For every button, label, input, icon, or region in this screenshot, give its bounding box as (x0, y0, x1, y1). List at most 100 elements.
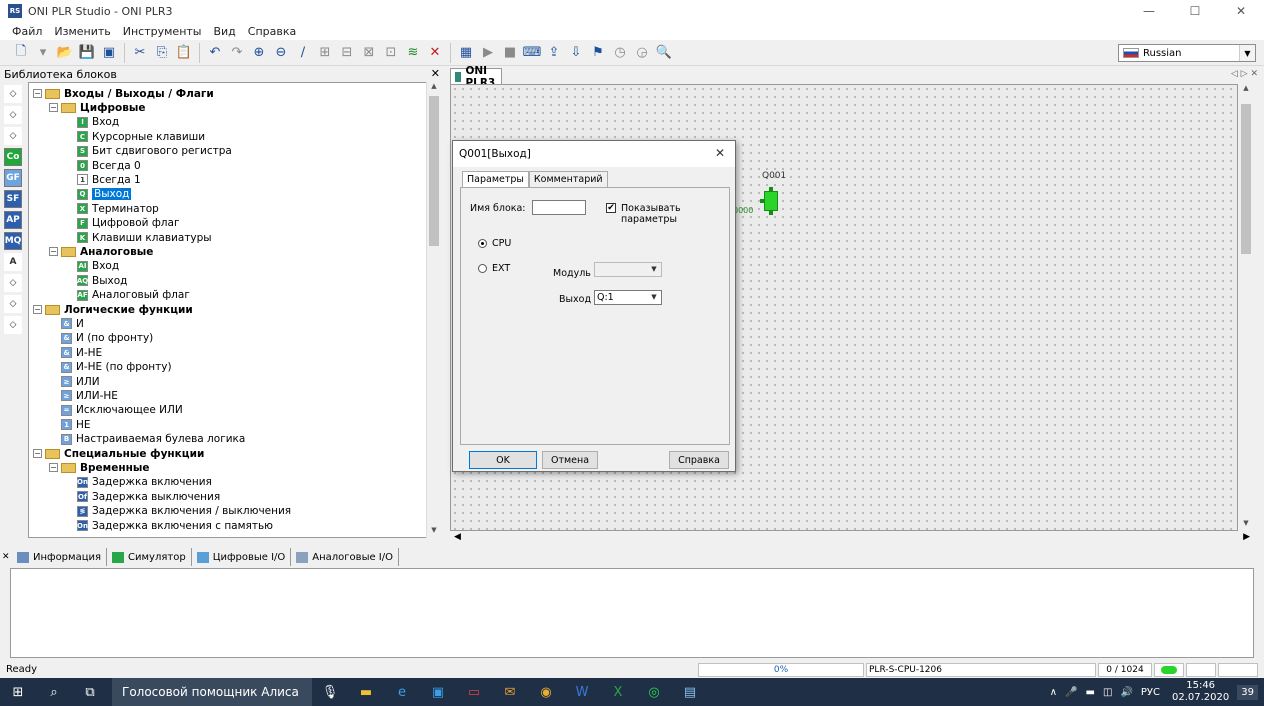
clock-set-icon[interactable]: ◶ (631, 42, 653, 64)
close-window-button[interactable]: ✕ (1218, 0, 1264, 22)
help-button[interactable]: Справка (669, 451, 729, 469)
tree-item[interactable]: B Настраиваемая булева логика (49, 432, 245, 447)
tree-item[interactable]: & И-НЕ (по фронту) (49, 360, 172, 375)
mail-icon[interactable]: ✉ (498, 680, 522, 704)
tree-scroll-thumb[interactable] (429, 96, 439, 246)
canvas-hscrollbar[interactable]: ◀ ▶ (450, 531, 1254, 545)
tree-item[interactable]: AF Аналоговый флаг (65, 288, 190, 303)
dropdown-arrow-icon[interactable]: ▾ (32, 42, 54, 64)
connect-icon[interactable]: ≋ (402, 42, 424, 64)
side-tool-icon[interactable]: ◇ (4, 127, 22, 145)
show-params-checkbox[interactable]: ✔ (606, 203, 616, 213)
clock-icon[interactable]: ◷ (609, 42, 631, 64)
word-icon[interactable]: W (570, 680, 594, 704)
align-center-icon[interactable]: ⊟ (336, 42, 358, 64)
copy-icon[interactable]: ⎘ (151, 42, 173, 64)
tab-simulator[interactable]: Симулятор (107, 548, 192, 566)
align-top-icon[interactable]: ⊠ (358, 42, 380, 64)
cancel-button[interactable]: Отмена (542, 451, 598, 469)
task-view-icon[interactable]: ⧉ (78, 680, 102, 704)
save-icon[interactable]: 💾 (76, 42, 98, 64)
module-select[interactable]: ▼ (594, 262, 662, 277)
align-bottom-icon[interactable]: ⊡ (380, 42, 402, 64)
cut-icon[interactable]: ✂ (129, 42, 151, 64)
tree-item[interactable]: ≥ ИЛИ-НЕ (49, 388, 118, 403)
app-rs-icon[interactable]: ▣ (426, 680, 450, 704)
download-icon[interactable]: ⇩ (565, 42, 587, 64)
side-tool-icon[interactable]: GF (4, 169, 22, 187)
tray-mic-icon[interactable]: 🎤 (1065, 687, 1077, 698)
tree-item[interactable]: 0 Всегда 0 (65, 158, 141, 173)
menu-file[interactable]: Файл (6, 25, 48, 38)
close-panel-icon[interactable]: ✕ (431, 67, 440, 80)
paste-icon[interactable]: 📋 (173, 42, 195, 64)
scroll-down-icon[interactable]: ▼ (427, 526, 441, 538)
file-explorer-icon[interactable]: ▬ (354, 680, 378, 704)
scroll-right-icon[interactable]: ▶ (1243, 532, 1250, 542)
ok-button[interactable]: OK (469, 451, 537, 469)
tree-collapse-icon[interactable]: − (49, 463, 58, 473)
tab-nav[interactable]: ◁ ▷ ✕ (1231, 69, 1258, 79)
upload-icon[interactable]: ⇪ (543, 42, 565, 64)
tree-item[interactable]: & И-НЕ (49, 345, 102, 360)
align-left-icon[interactable]: ⊞ (314, 42, 336, 64)
new-file-icon[interactable]: 🗋 (10, 42, 32, 64)
tree-item[interactable]: I Вход (65, 115, 119, 130)
canvas-vscrollbar[interactable]: ▲ ▼ (1238, 84, 1254, 531)
whatsapp-icon[interactable]: ◎ (642, 680, 666, 704)
windows-start-icon[interactable]: ⊞ (6, 680, 30, 704)
tree-item[interactable]: On Задержка включения с памятью (65, 518, 273, 533)
menu-edit[interactable]: Изменить (48, 25, 116, 38)
tree-item[interactable]: = Исключающее ИЛИ (49, 403, 183, 418)
output-block[interactable] (760, 183, 782, 215)
tab-parameters[interactable]: Параметры (462, 171, 529, 187)
side-tool-icon[interactable]: MQ (4, 232, 22, 250)
notification-count[interactable]: 39 (1237, 684, 1258, 700)
tree-item[interactable]: Of Задержка выключения (65, 489, 220, 504)
side-tool-icon[interactable]: ◇ (4, 295, 22, 313)
clock[interactable]: 15:46 02.07.2020 (1172, 680, 1229, 704)
edge-browser-icon[interactable]: e (390, 680, 414, 704)
simulator-icon[interactable]: ▦ (455, 42, 477, 64)
tree-collapse-icon[interactable]: − (49, 103, 58, 113)
block-input-pin[interactable] (760, 199, 764, 203)
tree-item[interactable]: On Задержка включения (65, 475, 212, 490)
tree-scrollbar[interactable]: ▲ ▼ (426, 82, 440, 538)
block-bottom-pin[interactable] (769, 211, 773, 215)
search-icon[interactable]: 🔍 (653, 42, 675, 64)
tree-folder[interactable]: − Цифровые (49, 100, 146, 115)
tree-collapse-icon[interactable]: − (33, 89, 42, 98)
tree-item[interactable]: C Курсорные клавиши (65, 129, 205, 144)
undo-icon[interactable]: ↶ (204, 42, 226, 64)
wire-tool-icon[interactable]: ∕ (292, 42, 314, 64)
tree-collapse-icon[interactable]: − (33, 305, 42, 314)
tree-item[interactable]: Q Выход (65, 187, 132, 202)
voice-assistant-box[interactable]: Голосовой помощник Алиса (112, 678, 312, 706)
disconnect-icon[interactable]: ✕ (424, 42, 446, 64)
tree-collapse-icon[interactable]: − (33, 449, 42, 458)
minimize-button[interactable]: — (1126, 0, 1172, 22)
open-folder-icon[interactable]: 📂 (54, 42, 76, 64)
output-select[interactable]: Q:1 ▼ (594, 290, 662, 305)
tree-item[interactable]: AI Вход (65, 259, 119, 274)
redo-icon[interactable]: ↷ (226, 42, 248, 64)
menu-help[interactable]: Справка (242, 25, 302, 38)
monitor-icon[interactable]: ⌨ (521, 42, 543, 64)
side-tool-icon[interactable]: ◇ (4, 316, 22, 334)
block-top-pin[interactable] (769, 187, 773, 191)
tree-folder[interactable]: − Аналоговые (49, 244, 153, 259)
run-plc-icon[interactable]: ⚑ (587, 42, 609, 64)
side-tool-icon[interactable]: Co (4, 148, 22, 166)
tray-language[interactable]: РУС (1141, 687, 1160, 698)
oni-studio-icon[interactable]: ▤ (678, 680, 702, 704)
scroll-left-icon[interactable]: ◀ (454, 532, 461, 542)
side-tool-icon[interactable]: A (4, 253, 22, 271)
menu-view[interactable]: Вид (207, 25, 241, 38)
tree-folder[interactable]: − Специальные функции (33, 446, 204, 461)
tab-digital-io[interactable]: Цифровые I/O (192, 548, 292, 566)
tab-analog-io[interactable]: Аналоговые I/O (291, 548, 399, 566)
side-tool-icon[interactable]: AP (4, 211, 22, 229)
app-car-icon[interactable]: ▭ (462, 680, 486, 704)
scroll-down-icon[interactable]: ▼ (1238, 519, 1254, 531)
ext-radio[interactable] (478, 264, 487, 273)
